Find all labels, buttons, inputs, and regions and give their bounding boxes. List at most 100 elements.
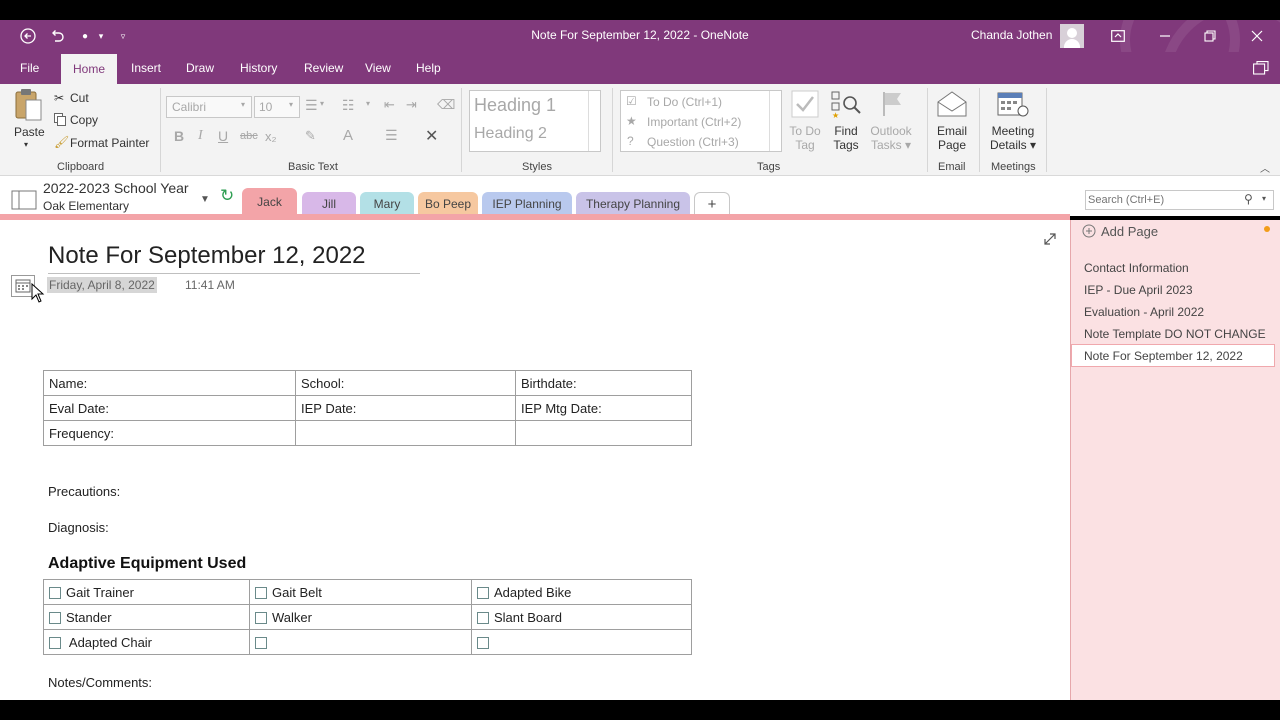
section-tab-therapy-planning[interactable]: Therapy Planning — [576, 192, 690, 216]
close-icon[interactable] — [1247, 20, 1267, 52]
email-page-button[interactable]: Email Page — [934, 124, 970, 152]
table-cell[interactable]: Adapted Chair — [43, 629, 250, 655]
font-color-icon[interactable]: A — [343, 127, 353, 144]
tags-gallery[interactable]: ☑ To Do (Ctrl+1) ★ Important (Ctrl+2) ? … — [620, 90, 782, 152]
clear-formatting-icon[interactable]: ⌫ — [437, 97, 455, 113]
table-cell[interactable]: Adapted Bike — [471, 579, 692, 605]
checkbox-icon[interactable] — [255, 586, 267, 599]
font-size-dropdown[interactable]: 10 ▾ — [254, 96, 300, 118]
section-tab-jill[interactable]: Jill — [302, 192, 356, 216]
checkbox-icon[interactable] — [477, 586, 489, 599]
email-icon[interactable] — [936, 90, 968, 118]
table-cell[interactable]: IEP Mtg Date: — [515, 395, 692, 421]
checkbox-icon[interactable] — [477, 636, 489, 649]
add-page-icon[interactable] — [1082, 224, 1096, 238]
table-cell[interactable] — [249, 629, 472, 655]
page-title[interactable]: Note For September 12, 2022 — [48, 242, 366, 270]
collapse-ribbon-icon[interactable]: ︿ — [1260, 160, 1270, 175]
checkbox-icon[interactable] — [255, 636, 267, 649]
find-tags-button[interactable]: Find Tags — [830, 124, 862, 152]
page-canvas[interactable]: Note For September 12, 2022 Friday, Apri… — [0, 220, 1070, 700]
tab-file[interactable]: File — [20, 52, 39, 84]
chevron-down-icon[interactable]: ▾ — [1262, 194, 1266, 203]
notebook-icon[interactable] — [11, 190, 37, 210]
heading-1-style[interactable]: Heading 1 — [474, 95, 556, 116]
avatar[interactable] — [1060, 24, 1084, 48]
minimize-icon[interactable] — [1155, 20, 1175, 52]
checkbox-icon[interactable] — [49, 611, 61, 624]
tab-insert[interactable]: Insert — [131, 52, 161, 84]
notes-label[interactable]: Notes/Comments: — [48, 675, 152, 690]
table-cell[interactable] — [515, 420, 692, 446]
table-cell[interactable]: School: — [295, 370, 516, 396]
table-cell[interactable]: Slant Board — [471, 604, 692, 630]
cut-button[interactable]: Cut — [70, 91, 89, 105]
decrease-indent-icon[interactable]: ⇤ — [384, 97, 395, 113]
format-painter-button[interactable]: Format Painter — [70, 136, 149, 150]
page-item-note-template[interactable]: Note Template DO NOT CHANGE — [1084, 327, 1266, 341]
page-item-evaluation[interactable]: Evaluation - April 2022 — [1084, 305, 1204, 319]
feed-icon[interactable] — [1253, 61, 1269, 75]
student-info-table[interactable]: Name: School: Birthdate: Eval Date: IEP … — [43, 370, 692, 446]
calendar-icon[interactable] — [996, 90, 1030, 118]
table-cell[interactable]: Eval Date: — [43, 395, 296, 421]
user-name[interactable]: Chanda Jothen — [971, 28, 1052, 42]
section-tab-bo-peep[interactable]: Bo Peep — [418, 192, 478, 216]
notebook-name[interactable]: 2022-2023 School Year — [43, 180, 189, 196]
gallery-scrollbar[interactable] — [769, 91, 781, 151]
tab-view[interactable]: View — [365, 52, 391, 84]
table-cell[interactable] — [295, 420, 516, 446]
expand-icon[interactable] — [1043, 232, 1057, 246]
chevron-down-icon[interactable]: ▾ — [24, 140, 28, 149]
equipment-table[interactable]: Gait Trainer Gait Belt Adapted Bike Stan… — [43, 579, 692, 655]
section-tab-iep-planning[interactable]: IEP Planning — [482, 192, 572, 216]
add-section-button[interactable]: + — [694, 192, 730, 216]
table-cell[interactable]: Gait Belt — [249, 579, 472, 605]
bullets-icon[interactable]: ☰ — [305, 97, 318, 114]
add-page-button[interactable]: Add Page — [1101, 224, 1158, 239]
checkbox-icon[interactable] — [477, 611, 489, 624]
page-date[interactable]: Friday, April 8, 2022 — [47, 277, 157, 293]
tab-help[interactable]: Help — [416, 52, 441, 84]
align-icon[interactable]: ☰ — [385, 127, 398, 144]
restore-icon[interactable] — [1200, 20, 1220, 52]
todo-tag-item[interactable]: To Do (Ctrl+1) — [647, 95, 722, 109]
tab-home[interactable]: Home — [61, 54, 118, 84]
tab-draw[interactable]: Draw — [186, 52, 214, 84]
search-input[interactable] — [1088, 192, 1238, 208]
outlook-tasks-button[interactable]: Outlook Tasks ▾ — [868, 124, 914, 152]
page-item-selected[interactable]: Note For September 12, 2022 — [1071, 344, 1275, 367]
clear-icon[interactable]: ✕ — [425, 126, 438, 146]
paste-button[interactable]: Paste — [14, 125, 45, 139]
page-item-iep-due[interactable]: IEP - Due April 2023 — [1084, 283, 1193, 297]
page-item-contact-information[interactable]: Contact Information — [1084, 261, 1189, 275]
equipment-heading[interactable]: Adaptive Equipment Used — [48, 555, 246, 573]
page-item-current-note[interactable]: Note For September 12, 2022 — [1084, 349, 1243, 363]
precautions-label[interactable]: Precautions: — [48, 484, 120, 499]
checkbox-icon[interactable] — [49, 636, 61, 649]
bold-icon[interactable]: B — [174, 128, 184, 144]
tab-review[interactable]: Review — [304, 52, 343, 84]
italic-icon[interactable]: I — [198, 128, 203, 144]
ribbon-display-icon[interactable] — [1108, 20, 1128, 52]
meeting-details-button[interactable]: Meeting Details ▾ — [988, 124, 1038, 152]
section-tab-mary[interactable]: Mary — [360, 192, 414, 216]
section-tab-jack[interactable]: Jack — [242, 188, 297, 216]
table-cell[interactable]: Birthdate: — [515, 370, 692, 396]
heading-2-style[interactable]: Heading 2 — [474, 125, 547, 143]
increase-indent-icon[interactable]: ⇥ — [406, 97, 417, 113]
page-time[interactable]: 11:41 AM — [185, 278, 235, 292]
table-cell[interactable]: Walker — [249, 604, 472, 630]
paste-icon[interactable] — [14, 88, 44, 122]
notebook-dropdown-icon[interactable]: ▼ — [200, 194, 210, 205]
todo-tag-icon[interactable] — [791, 90, 819, 118]
table-cell[interactable]: IEP Date: — [295, 395, 516, 421]
sync-icon[interactable]: ↻ — [220, 186, 234, 206]
todo-tag-button[interactable]: To Do Tag — [789, 124, 821, 152]
chevron-down-icon[interactable]: ▾ — [366, 99, 370, 108]
checkbox-icon[interactable] — [255, 611, 267, 624]
section-group-name[interactable]: Oak Elementary — [43, 199, 129, 213]
table-cell[interactable] — [471, 629, 692, 655]
diagnosis-label[interactable]: Diagnosis: — [48, 520, 109, 535]
important-tag-item[interactable]: Important (Ctrl+2) — [647, 115, 741, 129]
